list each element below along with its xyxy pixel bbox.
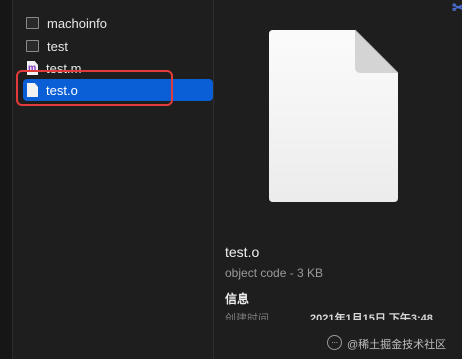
- created-time-label: 创建时间: [225, 313, 269, 320]
- preview-pane: test.o object code - 3 KB 信息 创建时间 2021年1…: [214, 0, 462, 359]
- info-section-title: 信息: [225, 292, 250, 306]
- list-item-machoinfo[interactable]: machoinfo: [23, 12, 213, 34]
- exec-file-icon: [26, 17, 39, 29]
- file-name-label: machoinfo: [47, 15, 107, 31]
- file-name-label: test: [47, 38, 68, 54]
- file-list-pane: machoinfo test m test.m test.o: [13, 0, 214, 359]
- corner-glyph-icon: ✂: [452, 0, 462, 17]
- preview-file-name: test.o: [225, 244, 260, 260]
- more-options-button[interactable]: ···: [327, 335, 342, 350]
- annotation-highlight-box: [16, 70, 173, 106]
- preview-file-description: object code - 3 KB: [225, 266, 324, 280]
- created-time-value: 2021年1月15日 下午3:48: [310, 313, 433, 320]
- sidebar-edge: [0, 0, 13, 359]
- watermark-text: @稀土掘金技术社区: [347, 339, 447, 351]
- exec-file-icon: [26, 40, 39, 52]
- ellipsis-icon: ···: [331, 337, 338, 347]
- document-preview-icon: [269, 29, 399, 202]
- created-time-row: 创建时间 2021年1月15日 下午3:48: [225, 310, 462, 320]
- list-item-test[interactable]: test: [23, 35, 213, 57]
